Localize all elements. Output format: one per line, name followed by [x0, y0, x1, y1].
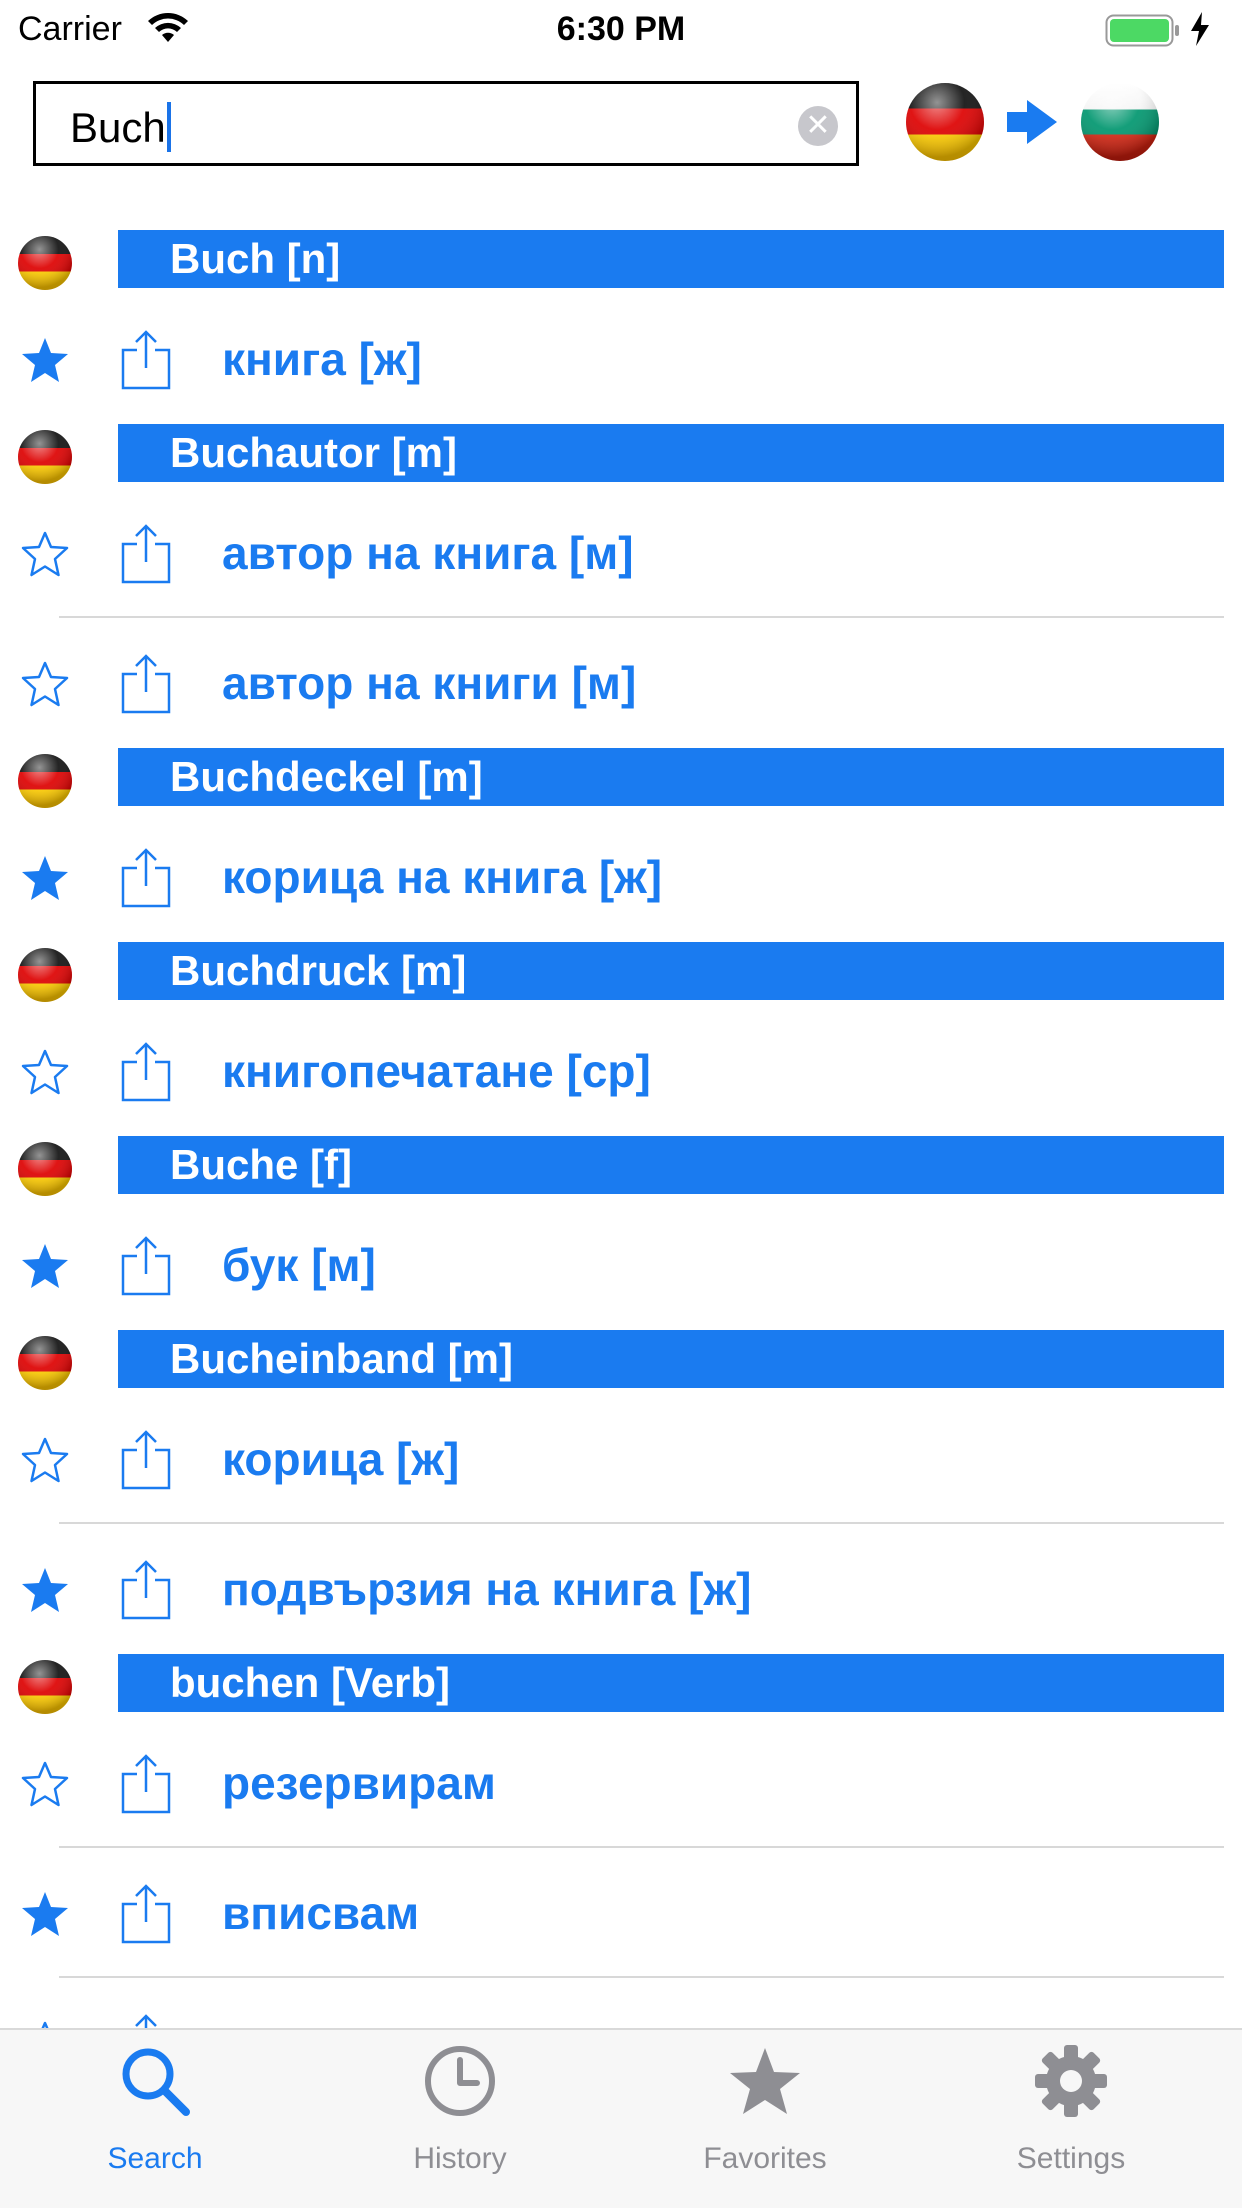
translation-text: корица на книга [ж]: [222, 851, 663, 903]
translation-row[interactable]: бук [м]: [0, 1200, 1242, 1330]
star-outline-icon[interactable]: [20, 660, 70, 713]
translation-row[interactable]: корица на книга [ж]: [0, 812, 1242, 942]
star-filled-icon[interactable]: [20, 1890, 70, 1943]
star-outline-icon[interactable]: [20, 1048, 70, 1101]
german-flag-icon: [16, 428, 74, 491]
tab-settings[interactable]: Settings: [916, 2030, 1226, 2210]
german-flag-icon: [16, 946, 74, 1009]
entry-header[interactable]: Buch [n]: [0, 230, 1242, 294]
clock-icon: [425, 2046, 495, 2116]
translation-row[interactable]: корица [ж]: [0, 1394, 1242, 1524]
tab-history[interactable]: History: [305, 2030, 615, 2210]
star-filled-icon[interactable]: [20, 1242, 70, 1295]
tab-search[interactable]: Search: [0, 2030, 310, 2210]
star-filled-icon[interactable]: [20, 336, 70, 389]
tab-label: History: [413, 2142, 507, 2175]
tab-label: Settings: [1016, 2142, 1126, 2175]
share-icon[interactable]: [119, 328, 173, 395]
translation-text: автор на книги [м]: [222, 657, 637, 709]
headword-label: Buchdruck [m]: [118, 942, 1224, 1000]
share-icon[interactable]: [119, 1752, 173, 1819]
entry-header[interactable]: Bucheinband [m]: [0, 1330, 1242, 1394]
search-input[interactable]: Buch ✕: [33, 81, 859, 166]
language-direction-selector[interactable]: [905, 80, 1205, 164]
share-icon[interactable]: [119, 1040, 173, 1107]
translation-row[interactable]: подвързия на книга [ж]: [0, 1524, 1242, 1654]
share-icon[interactable]: [119, 1558, 173, 1625]
headword-label: Buche [f]: [118, 1136, 1224, 1194]
tab-label: Favorites: [703, 2142, 827, 2175]
star-outline-icon[interactable]: [20, 530, 70, 583]
headword-label: Bucheinband [m]: [118, 1330, 1224, 1388]
clear-search-button[interactable]: ✕: [798, 106, 838, 146]
translation-row[interactable]: резервирам: [0, 1718, 1242, 1848]
entry-header[interactable]: Buchdeckel [m]: [0, 748, 1242, 812]
star-outline-icon[interactable]: [20, 1436, 70, 1489]
translation-row[interactable]: завеждам по книга: [0, 1978, 1242, 2028]
tab-favorites[interactable]: Favorites: [610, 2030, 920, 2210]
translation-text: подвързия на книга [ж]: [222, 1563, 752, 1615]
translation-text: бук [м]: [222, 1239, 376, 1291]
headword-label: buchen [Verb]: [118, 1654, 1224, 1712]
translation-text: книга [ж]: [222, 333, 422, 385]
german-flag-icon[interactable]: [906, 83, 984, 161]
translation-text: завеждам по книга: [222, 2016, 649, 2028]
translation-row[interactable]: книгопечатане [ср]: [0, 1006, 1242, 1136]
translation-text: корица [ж]: [222, 1433, 460, 1485]
headword-label: Buchdeckel [m]: [118, 748, 1224, 806]
arrow-right-icon[interactable]: [1007, 100, 1057, 144]
share-icon[interactable]: [119, 846, 173, 913]
headword-label: Buch [n]: [118, 230, 1224, 288]
results-list[interactable]: Buch [n] книга [ж] Buchautor [m] автор на к…: [0, 0, 1242, 2028]
translation-text: резервирам: [222, 1757, 496, 1809]
share-icon[interactable]: [119, 1234, 173, 1301]
search-icon: [122, 2048, 190, 2116]
german-flag-icon: [16, 1658, 74, 1721]
bulgarian-flag-icon[interactable]: [1081, 83, 1159, 161]
star-icon: [730, 2048, 800, 2114]
german-flag-icon: [16, 234, 74, 297]
entry-header[interactable]: Buche [f]: [0, 1136, 1242, 1200]
star-outline-icon[interactable]: [20, 2020, 70, 2028]
tab-bar: Search History Favorites Settings: [0, 2028, 1242, 2208]
tab-label: Search: [107, 2142, 203, 2175]
translation-text: автор на книга [м]: [222, 527, 634, 579]
translation-row[interactable]: книга [ж]: [0, 294, 1242, 424]
share-icon[interactable]: [119, 522, 173, 589]
entry-header[interactable]: Buchautor [m]: [0, 424, 1242, 488]
star-outline-icon[interactable]: [20, 1760, 70, 1813]
entry-header[interactable]: Buchdruck [m]: [0, 942, 1242, 1006]
translation-text: вписвам: [222, 1887, 420, 1939]
share-icon[interactable]: [119, 1428, 173, 1495]
translation-row[interactable]: вписвам: [0, 1848, 1242, 1978]
star-filled-icon[interactable]: [20, 854, 70, 907]
german-flag-icon: [16, 1334, 74, 1397]
share-icon[interactable]: [119, 2012, 173, 2028]
entry-header[interactable]: buchen [Verb]: [0, 1654, 1242, 1718]
german-flag-icon: [16, 1140, 74, 1203]
star-filled-icon[interactable]: [20, 1566, 70, 1619]
search-text: Buch: [70, 102, 171, 152]
share-icon[interactable]: [119, 1882, 173, 1949]
share-icon[interactable]: [119, 652, 173, 719]
headword-label: Buchautor [m]: [118, 424, 1224, 482]
gear-icon: [1035, 2045, 1107, 2117]
translation-row[interactable]: автор на книга [м]: [0, 488, 1242, 618]
translation-row[interactable]: автор на книги [м]: [0, 618, 1242, 748]
text-caret: [166, 102, 171, 152]
translation-text: книгопечатане [ср]: [222, 1045, 651, 1097]
german-flag-icon: [16, 752, 74, 815]
